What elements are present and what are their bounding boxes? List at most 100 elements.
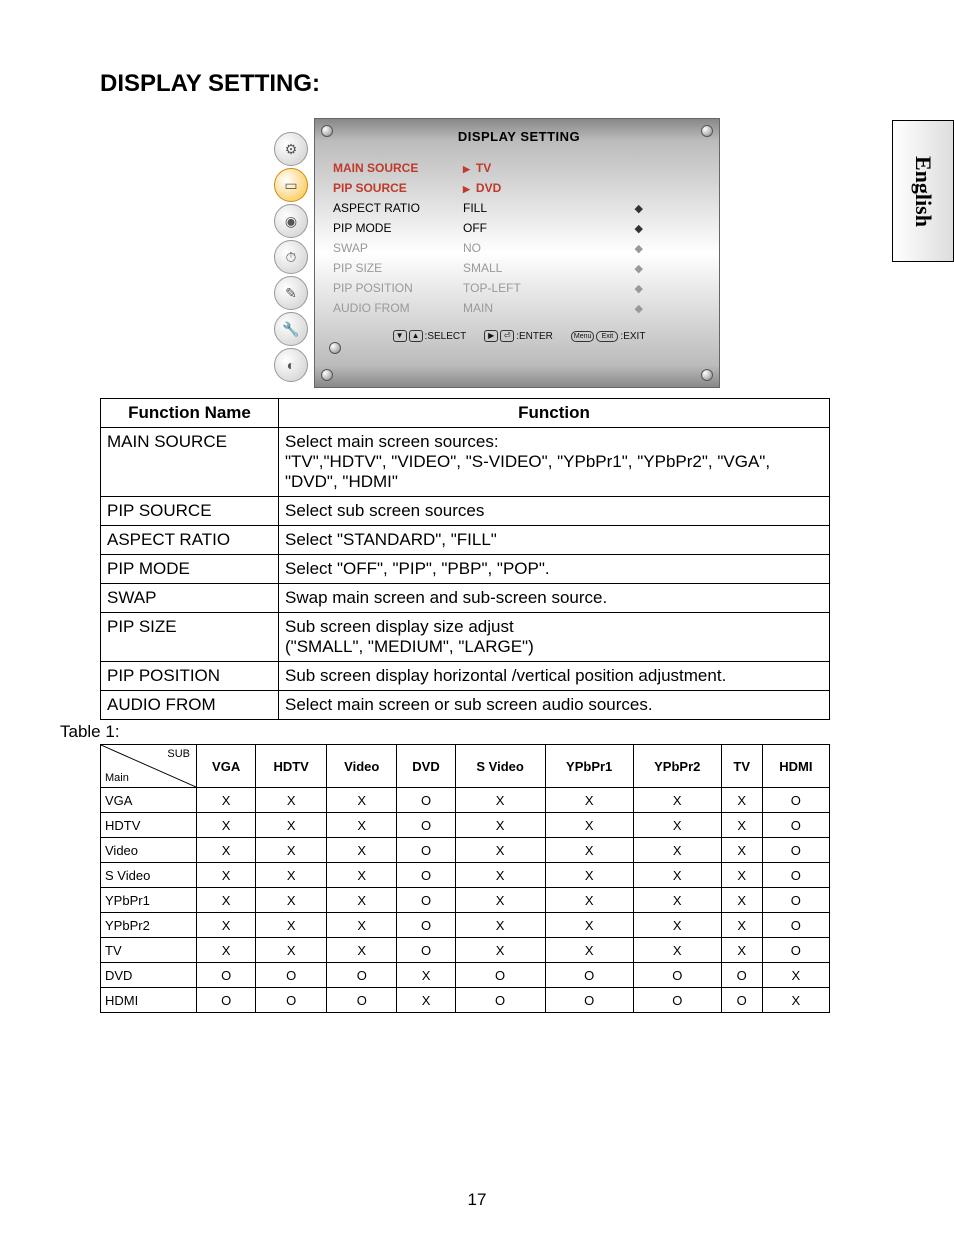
matrix-diag-header: SUB Main xyxy=(101,745,197,788)
matrix-cell: X xyxy=(545,938,633,963)
dial-icon: ◉ xyxy=(274,204,308,238)
matrix-cell: O xyxy=(397,913,455,938)
matrix-cell: X xyxy=(633,863,721,888)
matrix-cell: X xyxy=(327,888,397,913)
osd-panel: DISPLAY SETTING MAIN SOURCE▶TVPIP SOURCE… xyxy=(314,118,720,388)
func-name: MAIN SOURCE xyxy=(101,428,279,497)
osd-setting-row: PIP SOURCE▶DVD xyxy=(329,178,709,198)
matrix-cell: X xyxy=(455,813,545,838)
osd-value: ▶TV xyxy=(463,161,603,175)
table-row: MAIN SOURCESelect main screen sources:"T… xyxy=(101,428,830,497)
func-desc: Select main screen or sub screen audio s… xyxy=(279,691,830,720)
osd-setting-row: AUDIO FROMMAIN◆ xyxy=(329,298,709,318)
matrix-cell: X xyxy=(327,863,397,888)
matrix-col-header: HDTV xyxy=(256,745,327,788)
func-name: PIP MODE xyxy=(101,555,279,584)
func-name: ASPECT RATIO xyxy=(101,526,279,555)
matrix-cell: O xyxy=(397,788,455,813)
matrix-row-header: YPbPr1 xyxy=(101,888,197,913)
osd-indicator-icon: ◆ xyxy=(603,282,643,295)
func-desc: Select "OFF", "PIP", "PBP", "POP". xyxy=(279,555,830,584)
table-row: ASPECT RATIOSelect "STANDARD", "FILL" xyxy=(101,526,830,555)
matrix-cell: X xyxy=(721,788,762,813)
matrix-cell: O xyxy=(762,863,829,888)
matrix-cell: X xyxy=(633,913,721,938)
osd-label: PIP MODE xyxy=(333,221,463,235)
matrix-cell: O xyxy=(762,813,829,838)
osd-value: NO xyxy=(463,241,603,255)
matrix-cell: O xyxy=(762,888,829,913)
matrix-row-header: TV xyxy=(101,938,197,963)
matrix-cell: O xyxy=(762,838,829,863)
table-row: VideoXXXOXXXXO xyxy=(101,838,830,863)
osd-footer-select: ▼▲:SELECT xyxy=(393,330,467,342)
matrix-cell: O xyxy=(721,963,762,988)
matrix-cell: X xyxy=(256,788,327,813)
osd-indicator-icon: ◆ xyxy=(603,242,643,255)
func-desc: Swap main screen and sub-screen source. xyxy=(279,584,830,613)
table-row: YPbPr1XXXOXXXXO xyxy=(101,888,830,913)
table-label: Table 1: xyxy=(60,722,894,742)
matrix-cell: X xyxy=(633,938,721,963)
matrix-col-header: YPbPr2 xyxy=(633,745,721,788)
matrix-row-header: YPbPr2 xyxy=(101,913,197,938)
matrix-cell: X xyxy=(455,938,545,963)
matrix-cell: X xyxy=(633,838,721,863)
osd-setting-row: SWAPNO◆ xyxy=(329,238,709,258)
matrix-cell: X xyxy=(721,813,762,838)
matrix-cell: X xyxy=(256,913,327,938)
osd-value: MAIN xyxy=(463,301,603,315)
matrix-cell: X xyxy=(455,888,545,913)
matrix-sub-label: SUB xyxy=(167,748,190,760)
matrix-cell: X xyxy=(256,938,327,963)
matrix-cell: X xyxy=(545,913,633,938)
matrix-cell: X xyxy=(327,938,397,963)
table-row: PIP POSITIONSub screen display horizonta… xyxy=(101,662,830,691)
matrix-cell: O xyxy=(197,988,256,1013)
osd-screenshot: ⚙▭◉⏱✎🔧◐ DISPLAY SETTING MAIN SOURCE▶TVPI… xyxy=(100,118,894,388)
osd-label: PIP POSITION xyxy=(333,281,463,295)
matrix-cell: X xyxy=(455,863,545,888)
osd-value: TOP-LEFT xyxy=(463,281,603,295)
matrix-row-header: HDTV xyxy=(101,813,197,838)
matrix-cell: O xyxy=(721,988,762,1013)
function-table: Function Name Function MAIN SOURCESelect… xyxy=(100,398,830,720)
table-row: PIP MODESelect "OFF", "PIP", "PBP", "POP… xyxy=(101,555,830,584)
matrix-cell: X xyxy=(455,838,545,863)
matrix-cell: X xyxy=(397,988,455,1013)
matrix-cell: X xyxy=(197,913,256,938)
func-desc: Sub screen display size adjust("SMALL", … xyxy=(279,613,830,662)
matrix-cell: X xyxy=(197,863,256,888)
func-desc: Select main screen sources:"TV","HDTV", … xyxy=(279,428,830,497)
matrix-cell: O xyxy=(455,988,545,1013)
osd-value: ▶DVD xyxy=(463,181,603,195)
matrix-col-header: VGA xyxy=(197,745,256,788)
osd-setting-row: PIP MODEOFF◆ xyxy=(329,218,709,238)
matrix-cell: X xyxy=(721,938,762,963)
matrix-cell: X xyxy=(545,888,633,913)
matrix-cell: O xyxy=(633,963,721,988)
table-row: VGAXXXOXXXXO xyxy=(101,788,830,813)
page-number: 17 xyxy=(0,1190,954,1210)
table-row: SUB Main VGAHDTVVideoDVDS VideoYPbPr1YPb… xyxy=(101,745,830,788)
osd-indicator-icon: ◆ xyxy=(603,262,643,275)
osd-value: SMALL xyxy=(463,261,603,275)
osd-indicator-icon: ◆ xyxy=(603,302,643,315)
matrix-cell: X xyxy=(545,838,633,863)
matrix-cell: X xyxy=(256,863,327,888)
osd-setting-row: ASPECT RATIOFILL◆ xyxy=(329,198,709,218)
table-row: PIP SOURCESelect sub screen sources xyxy=(101,497,830,526)
table-row: Function Name Function xyxy=(101,399,830,428)
matrix-cell: X xyxy=(545,813,633,838)
matrix-row-header: VGA xyxy=(101,788,197,813)
matrix-cell: O xyxy=(762,788,829,813)
matrix-cell: X xyxy=(721,888,762,913)
func-desc: Select "STANDARD", "FILL" xyxy=(279,526,830,555)
matrix-cell: X xyxy=(197,813,256,838)
matrix-cell: X xyxy=(327,913,397,938)
matrix-cell: O xyxy=(762,938,829,963)
osd-indicator-icon: ◆ xyxy=(603,202,643,215)
matrix-cell: O xyxy=(397,888,455,913)
table-row: AUDIO FROMSelect main screen or sub scre… xyxy=(101,691,830,720)
matrix-cell: X xyxy=(762,988,829,1013)
